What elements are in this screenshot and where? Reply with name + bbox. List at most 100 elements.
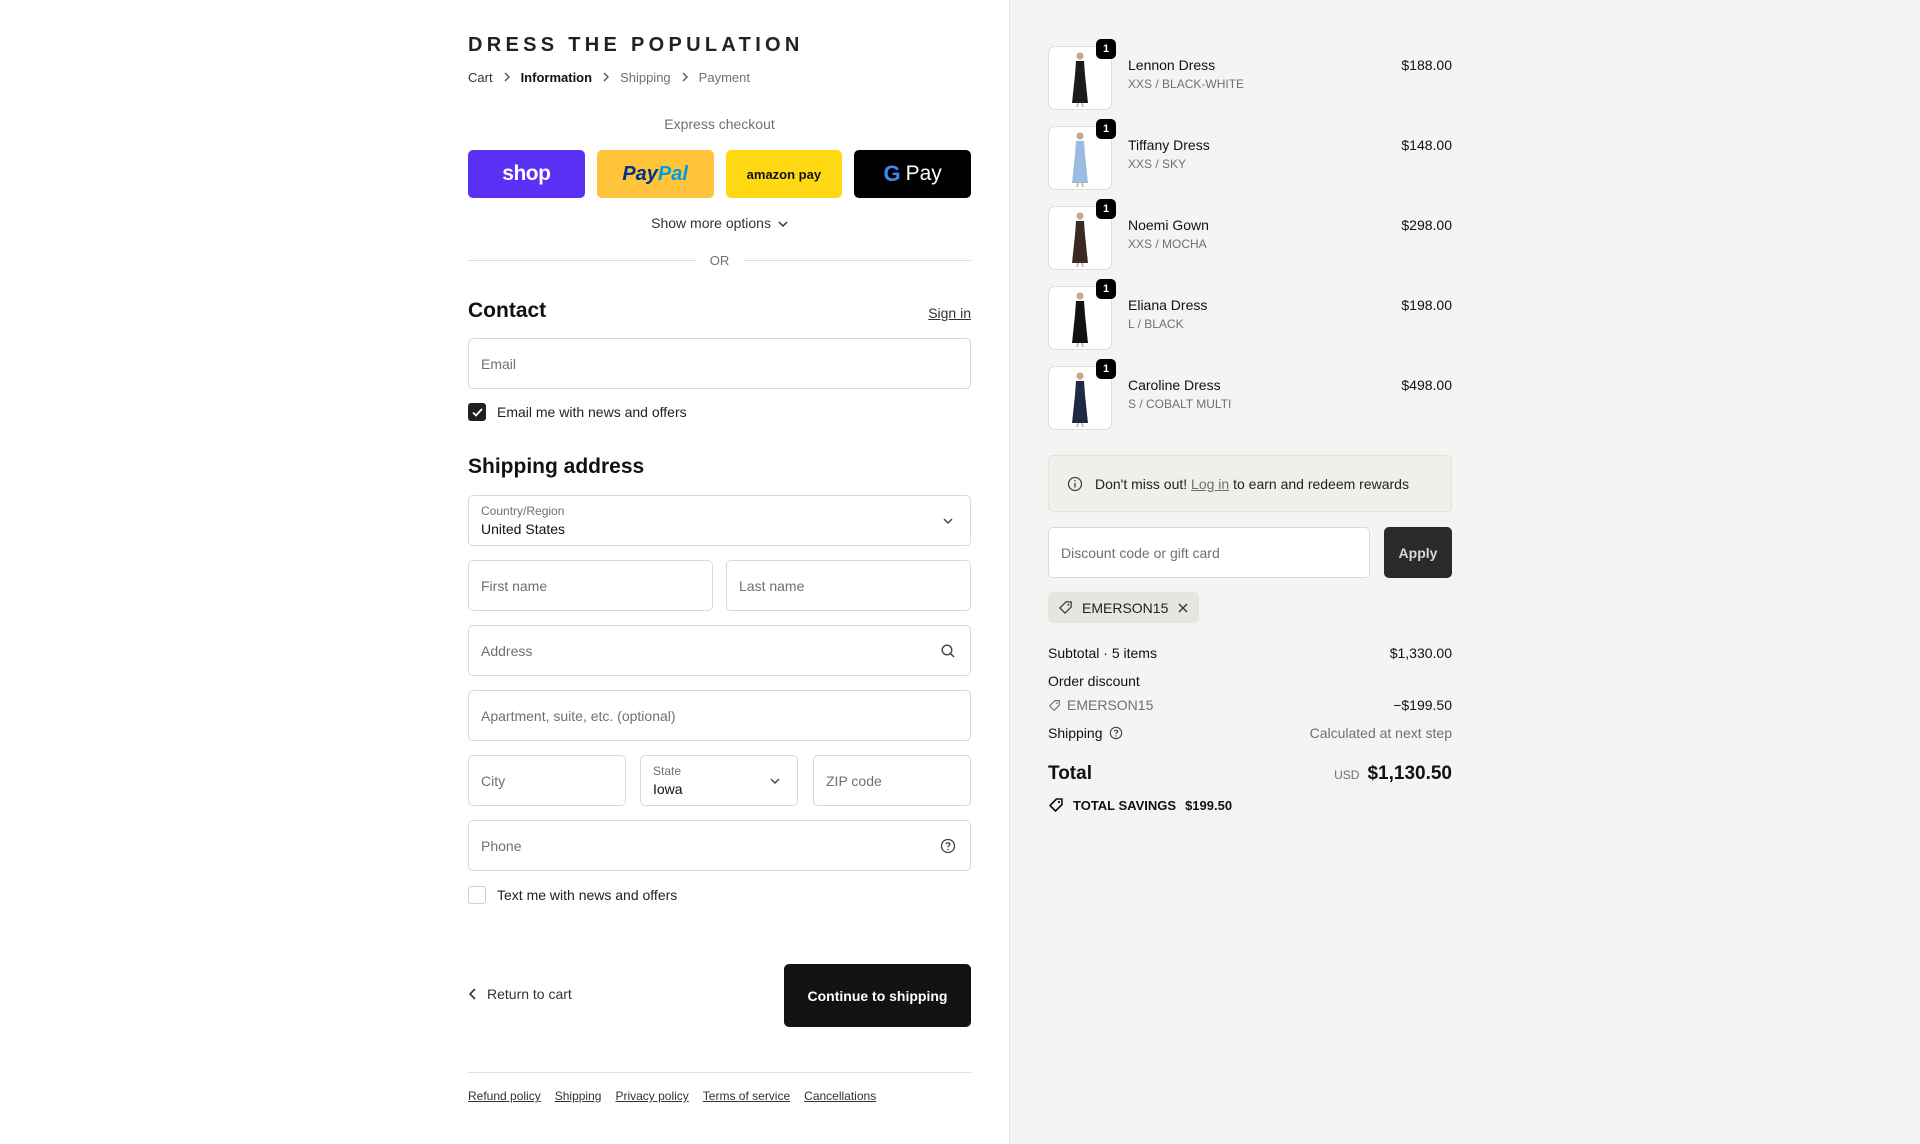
savings-value: $199.50 (1185, 797, 1233, 813)
rewards-text: Don't miss out! Log in to earn and redee… (1095, 476, 1409, 492)
contact-heading: Contact (468, 299, 547, 322)
subtotal-label: Subtotal · 5 items (1048, 645, 1157, 661)
product-price: $298.00 (1401, 217, 1452, 233)
discount-code-info: EMERSON15 (1048, 697, 1153, 713)
return-label: Return to cart (487, 986, 572, 1002)
shipping-row: Shipping Calculated at next step (1048, 725, 1452, 741)
paypal-button[interactable]: Pay Pal (596, 150, 714, 198)
shipping-value: Calculated at next step (1309, 725, 1452, 741)
chevron-down-icon (778, 221, 788, 228)
close-icon[interactable] (1177, 602, 1189, 614)
rewards-post: to earn and redeem rewards (1233, 475, 1409, 492)
first-name-placeholder: First name (481, 577, 548, 594)
amazon-pay-button[interactable]: amazon pay (725, 150, 843, 198)
chevron-left-icon (468, 988, 476, 1000)
country-label: Country/Region (481, 504, 565, 518)
state-value: Iowa (653, 781, 683, 797)
quantity-badge: 1 (1096, 279, 1116, 299)
help-circle-icon[interactable] (1109, 726, 1123, 740)
total-label: Total (1048, 763, 1092, 784)
product-name: Noemi Gown (1128, 217, 1209, 233)
google-g-icon: G (883, 161, 901, 186)
state-label: State (653, 764, 682, 778)
apartment-field[interactable]: Apartment, suite, etc. (optional) (468, 690, 971, 741)
email-news-label: Email me with news and offers (497, 404, 687, 420)
product-variant: XXS / BLACK-WHITE (1128, 77, 1245, 91)
shipping-label-group: Shipping (1048, 725, 1123, 741)
sign-in-link[interactable]: Sign in (928, 305, 971, 321)
show-more-label: Show more options (651, 215, 771, 231)
city-placeholder: City (481, 772, 506, 789)
apply-discount-button[interactable]: Apply (1384, 527, 1452, 578)
phone-field[interactable]: Phone (468, 820, 971, 871)
text-news-checkbox[interactable]: Text me with news and offers (468, 886, 677, 904)
discount-code-row: EMERSON15 −$199.50 (1048, 697, 1452, 713)
terms-of-service-link[interactable]: Terms of service (703, 1089, 790, 1103)
savings-label: TOTAL SAVINGS (1073, 797, 1177, 813)
express-checkout-label: Express checkout (664, 116, 775, 132)
cart-item: 1 Caroline Dress S / COBALT MULTI $498.00 (1048, 359, 1452, 432)
breadcrumb-information: Information (520, 70, 593, 85)
text-news-label: Text me with news and offers (497, 887, 678, 903)
apartment-placeholder: Apartment, suite, etc. (optional) (481, 707, 676, 724)
state-select[interactable]: State Iowa (640, 755, 798, 806)
total-amount: USD $1,130.50 (1334, 763, 1452, 785)
tag-icon (1049, 699, 1060, 711)
return-to-cart-link[interactable]: Return to cart (468, 986, 572, 1002)
zip-placeholder: ZIP code (826, 772, 882, 789)
rewards-login-link[interactable]: Log in (1191, 476, 1229, 492)
chevron-right-icon (493, 70, 521, 85)
breadcrumb-cart[interactable]: Cart (468, 70, 493, 85)
paypal-logo-b: Pal (657, 162, 688, 185)
phone-placeholder: Phone (481, 837, 522, 854)
cart-item: 1 Lennon Dress XXS / BLACK-WHITE $188.00 (1048, 39, 1452, 112)
shop-pay-button[interactable]: shop (468, 150, 585, 198)
first-name-field[interactable]: First name (468, 560, 713, 611)
refund-policy-link[interactable]: Refund policy (468, 1089, 541, 1103)
subtotal-value: $1,330.00 (1389, 645, 1452, 661)
store-logo[interactable]: DRESS THE POPULATION (468, 34, 804, 57)
discount-placeholder: Discount code or gift card (1061, 544, 1220, 561)
country-select[interactable]: Country/Region United States (468, 495, 971, 546)
product-name: Caroline Dress (1128, 377, 1221, 393)
currency-code: USD (1334, 768, 1360, 782)
checkbox-checked[interactable] (468, 403, 486, 421)
shop-pay-logo: shop (502, 162, 551, 185)
breadcrumb: Cart Information Shipping Payment (468, 70, 750, 85)
shipping-policy-link[interactable]: Shipping (555, 1089, 602, 1103)
total-value: $1,130.50 (1367, 763, 1452, 784)
cancellations-link[interactable]: Cancellations (804, 1089, 876, 1103)
help-circle-icon[interactable] (940, 838, 956, 854)
checkbox-unchecked[interactable] (468, 886, 486, 904)
privacy-policy-link[interactable]: Privacy policy (615, 1089, 688, 1103)
email-news-checkbox[interactable]: Email me with news and offers (468, 403, 687, 421)
tag-icon (1049, 798, 1063, 812)
discount-code-field[interactable]: Discount code or gift card (1048, 527, 1370, 578)
shipping-label: Shipping (1048, 725, 1103, 741)
quantity-badge: 1 (1096, 359, 1116, 379)
email-field[interactable]: Email (468, 338, 971, 389)
product-name: Lennon Dress (1128, 57, 1216, 73)
check-icon (471, 407, 483, 417)
total-savings: TOTAL SAVINGS $199.50 (1048, 797, 1232, 813)
chevron-down-icon (943, 518, 953, 524)
city-field[interactable]: City (468, 755, 626, 806)
google-pay-button[interactable]: G Pay (854, 150, 971, 198)
chevron-right-icon (671, 70, 699, 85)
applied-discount-chip: EMERSON15 (1048, 592, 1200, 623)
product-variant: XXS / MOCHA (1128, 237, 1207, 251)
product-price: $498.00 (1401, 377, 1452, 393)
product-price: $198.00 (1401, 297, 1452, 313)
info-icon (1067, 476, 1083, 491)
continue-to-shipping-button[interactable]: Continue to shipping (784, 964, 971, 1027)
show-more-options-button[interactable]: Show more options (468, 215, 971, 231)
quantity-badge: 1 (1096, 119, 1116, 139)
subtotal-row: Subtotal · 5 items $1,330.00 (1048, 645, 1452, 661)
product-name: Eliana Dress (1128, 297, 1208, 313)
last-name-field[interactable]: Last name (726, 560, 971, 611)
address-field[interactable]: Address (468, 625, 971, 676)
chevron-down-icon (770, 778, 780, 784)
country-value: United States (481, 521, 566, 537)
cart-item: 1 Tiffany Dress XXS / SKY $148.00 (1048, 119, 1452, 192)
zip-field[interactable]: ZIP code (813, 755, 971, 806)
